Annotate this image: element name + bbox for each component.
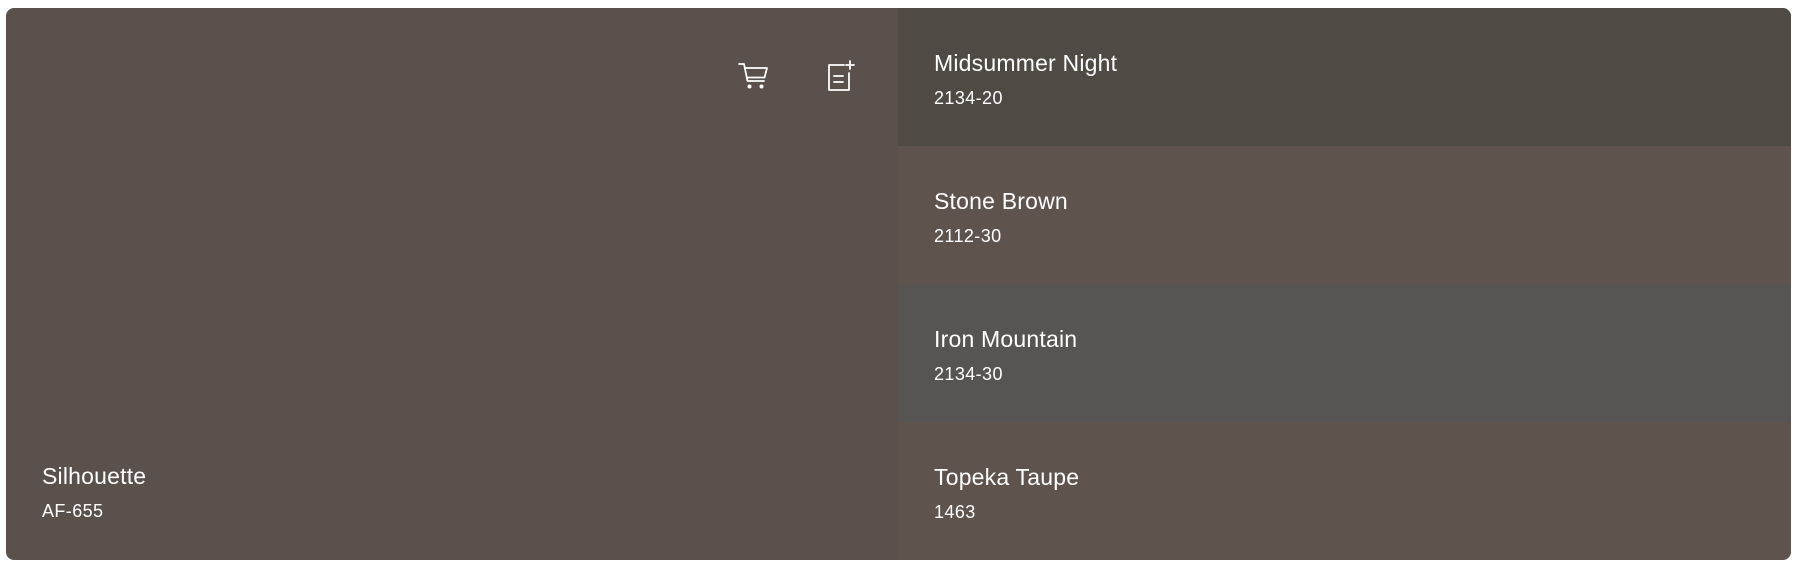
related-colors-list: Midsummer Night 2134-20 Stone Brown 2112… — [898, 8, 1791, 560]
related-color-code: 2134-20 — [934, 87, 1003, 108]
related-color-topeka-taupe[interactable]: Topeka Taupe 1463 — [898, 422, 1791, 560]
related-color-iron-mountain[interactable]: Iron Mountain 2134-30 — [898, 284, 1791, 422]
color-card: Silhouette AF-655 Midsummer Night 2134-2… — [6, 8, 1791, 560]
add-to-list-icon — [828, 60, 855, 91]
main-color-info: Silhouette AF-655 — [42, 463, 146, 522]
related-color-stone-brown[interactable]: Stone Brown 2112-30 — [898, 146, 1791, 284]
add-to-cart-button[interactable] — [736, 58, 772, 94]
main-color-swatch: Silhouette AF-655 — [6, 8, 898, 560]
shopping-cart-icon — [738, 63, 768, 89]
related-color-code: 2134-30 — [934, 363, 1003, 384]
main-color-name: Silhouette — [42, 463, 147, 490]
swatch-actions — [736, 58, 858, 94]
related-color-name: Iron Mountain — [934, 326, 1078, 352]
add-to-list-button[interactable] — [822, 58, 858, 94]
related-color-name: Midsummer Night — [934, 50, 1118, 76]
related-color-midsummer-night[interactable]: Midsummer Night 2134-20 — [898, 8, 1791, 146]
main-color-code: AF-655 — [42, 501, 104, 521]
related-color-name: Stone Brown — [934, 188, 1068, 214]
related-color-name: Topeka Taupe — [934, 464, 1080, 490]
related-color-code: 1463 — [934, 501, 976, 522]
related-color-code: 2112-30 — [934, 225, 1002, 246]
